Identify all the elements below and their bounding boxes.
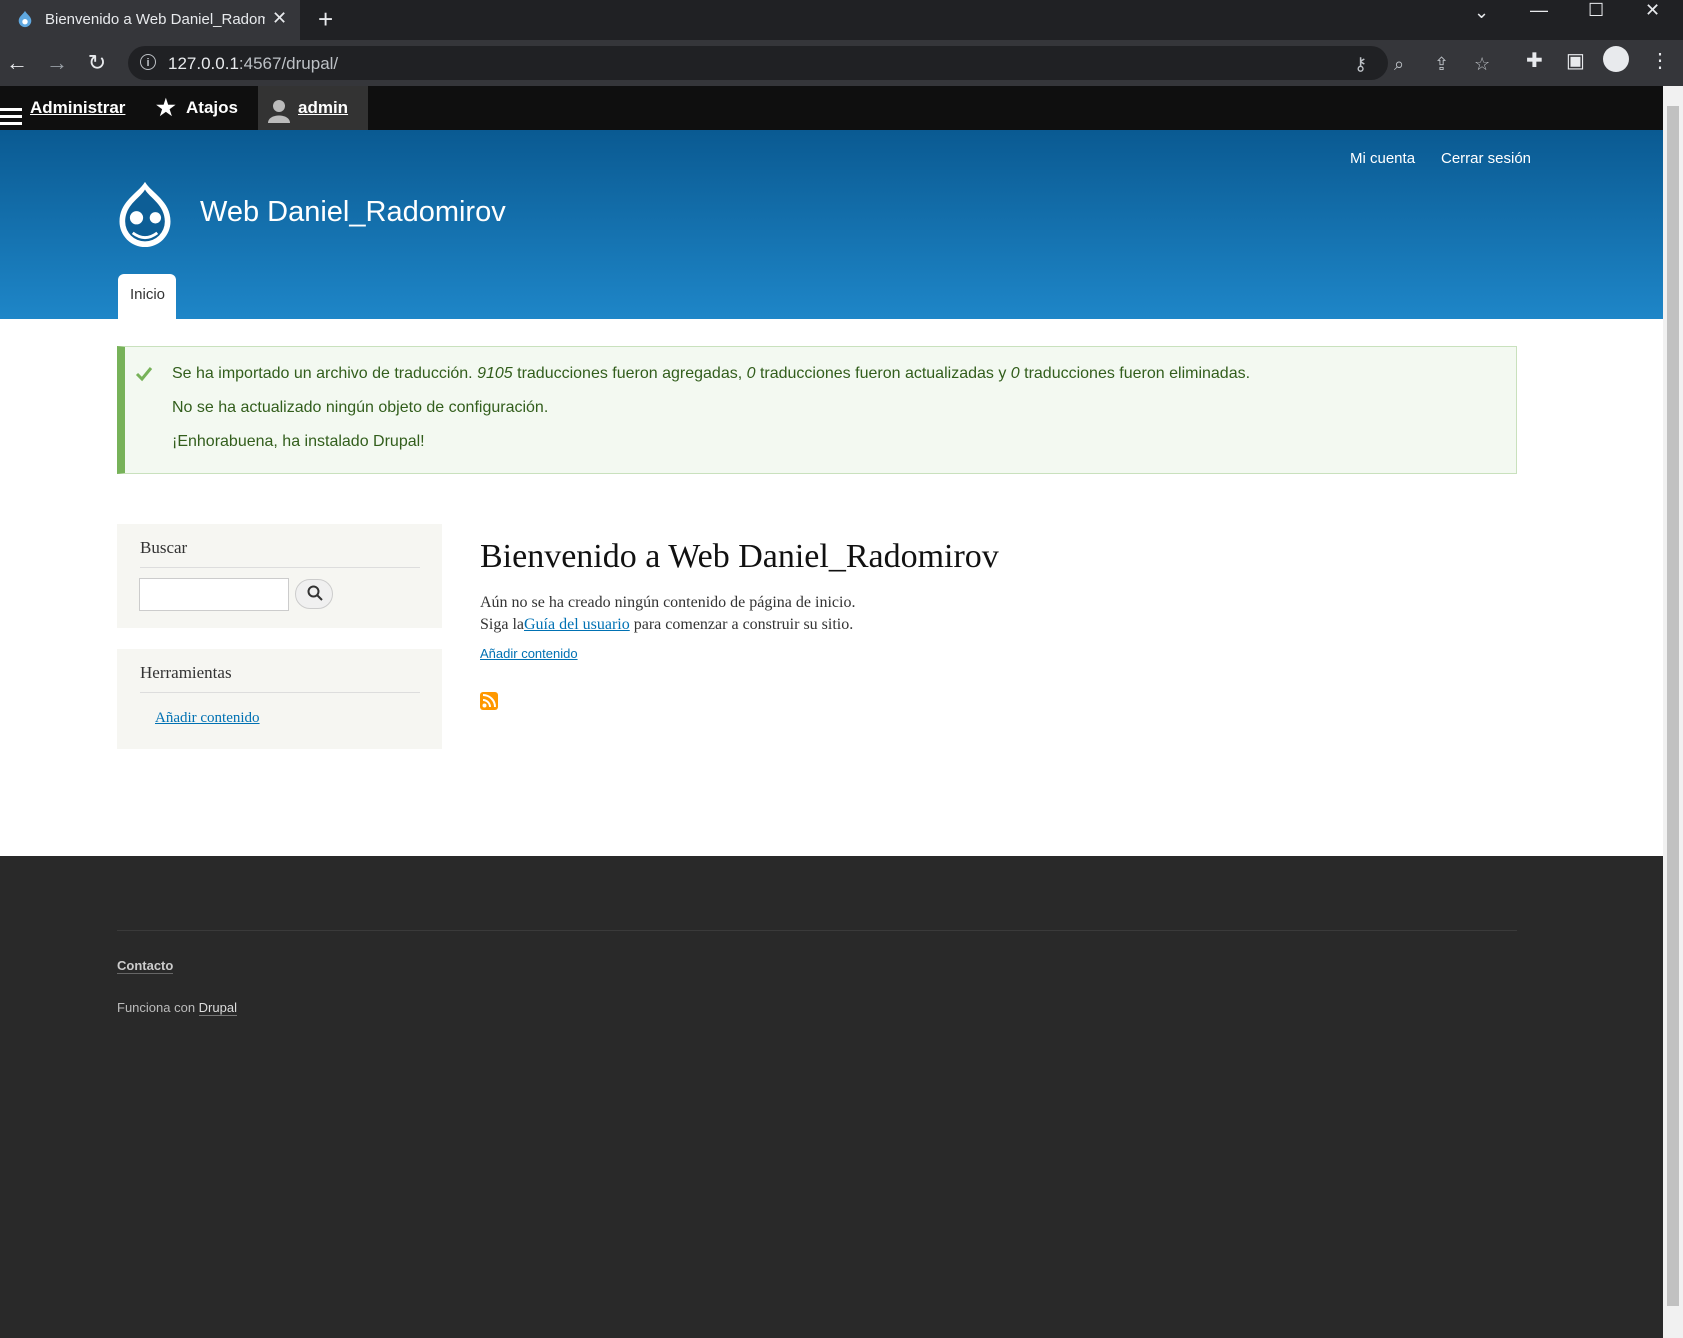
main-paragraph-2: Siga laGuía del usuario para comenzar a … [480,616,854,633]
search-input[interactable] [139,578,289,611]
minimize-icon[interactable]: — [1530,0,1548,21]
divider [140,692,420,693]
profile-icon[interactable] [1603,46,1629,72]
admin-manage-label: Administrar [30,98,126,117]
site-info-icon[interactable]: i [140,54,156,70]
tools-block-title: Herramientas [140,663,232,682]
tab-search-icon[interactable]: ⌄ [1474,2,1489,23]
drupal-favicon-icon [18,10,32,28]
divider [140,567,420,568]
page-title: Bienvenido a Web Daniel_Radomirov [480,538,999,575]
star-icon: ★ [156,95,176,120]
message-line-1: Se ha importado un archivo de traducción… [172,365,1251,382]
status-message: Se ha importado un archivo de traducción… [117,346,1517,474]
footer-divider [117,930,1517,931]
drupal-logo-icon[interactable] [114,180,176,248]
rss-feed-icon[interactable] [480,692,498,710]
extensions-icon[interactable]: ✚ [1526,48,1543,73]
address-bar[interactable]: i 127.0.0.1:4567/drupal/ ⚷ ⌕ ⇪ ☆ [128,46,1490,80]
message-line-2: No se ha actualizado ningún objeto de co… [172,399,549,416]
search-block-title: Buscar [140,538,188,557]
site-header: Mi cuenta Cerrar sesión Web Daniel_Radom… [0,130,1663,319]
add-content-link[interactable]: Añadir contenido [155,710,260,727]
check-icon [135,367,153,382]
page-viewport: Administrar ★ Atajos admin Mi cuenta Cer… [0,86,1663,1338]
zoom-icon[interactable]: ⌕ [1394,54,1404,75]
scrollbar-thumb[interactable] [1667,106,1679,1306]
browser-tabstrip: Bienvenido a Web Daniel_Radom ✕ + ⌄ — ☐ … [0,0,1683,40]
maximize-icon[interactable]: ☐ [1588,0,1604,21]
user-guide-link[interactable]: Guía del usuario [524,616,630,633]
add-content-main-link[interactable]: Añadir contenido [480,646,578,661]
search-button[interactable] [295,579,333,609]
back-icon[interactable]: ← [4,50,30,76]
tab-home-label: Inicio [130,286,166,303]
window-close-icon[interactable]: ✕ [1645,0,1660,21]
admin-user[interactable]: admin [258,86,368,130]
my-account-link[interactable]: Mi cuenta [1350,150,1415,167]
main-paragraph-1: Aún no se ha creado ningún contenido de … [480,594,856,611]
close-tab-icon[interactable]: ✕ [272,8,287,29]
hamburger-icon [0,99,22,125]
tab-home[interactable]: Inicio [118,274,176,319]
admin-manage[interactable]: Administrar [0,86,146,130]
admin-shortcuts-label: Atajos [186,98,238,117]
admin-user-label: admin [298,98,349,117]
key-icon[interactable]: ⚷ [1354,54,1367,75]
tools-block: Herramientas Añadir contenido [117,649,442,749]
menu-icon[interactable]: ⋮ [1650,48,1670,73]
message-line-3: ¡Enhorabuena, ha instalado Drupal! [172,433,425,450]
side-panel-icon[interactable]: ▣ [1566,48,1585,73]
drupal-link[interactable]: Drupal [198,1000,237,1016]
logout-link[interactable]: Cerrar sesión [1441,150,1531,167]
page-scrollbar[interactable] [1663,86,1683,1338]
share-icon[interactable]: ⇪ [1434,54,1449,75]
admin-shortcuts[interactable]: ★ Atajos [146,86,258,130]
admin-toolbar: Administrar ★ Atajos admin [0,86,1663,130]
search-icon [307,585,323,601]
url-text: 127.0.0.1:4567/drupal/ [168,54,339,73]
site-footer: Contacto Funciona con Drupal [0,856,1663,1338]
site-name[interactable]: Web Daniel_Radomirov [200,196,506,229]
contact-link[interactable]: Contacto [117,958,174,974]
search-block: Buscar [117,524,442,628]
browser-tab-title: Bienvenido a Web Daniel_Radom [45,11,265,28]
new-tab-icon[interactable]: + [318,4,333,35]
powered-by: Funciona con Drupal [117,1000,237,1016]
browser-tab[interactable]: Bienvenido a Web Daniel_Radom ✕ [0,0,300,40]
browser-toolbar: ← → ↻ i 127.0.0.1:4567/drupal/ ⚷ ⌕ ⇪ ☆ ✚… [0,40,1683,86]
forward-icon[interactable]: → [44,50,70,76]
reload-icon[interactable]: ↻ [84,50,110,76]
bookmark-star-icon[interactable]: ☆ [1474,54,1490,75]
